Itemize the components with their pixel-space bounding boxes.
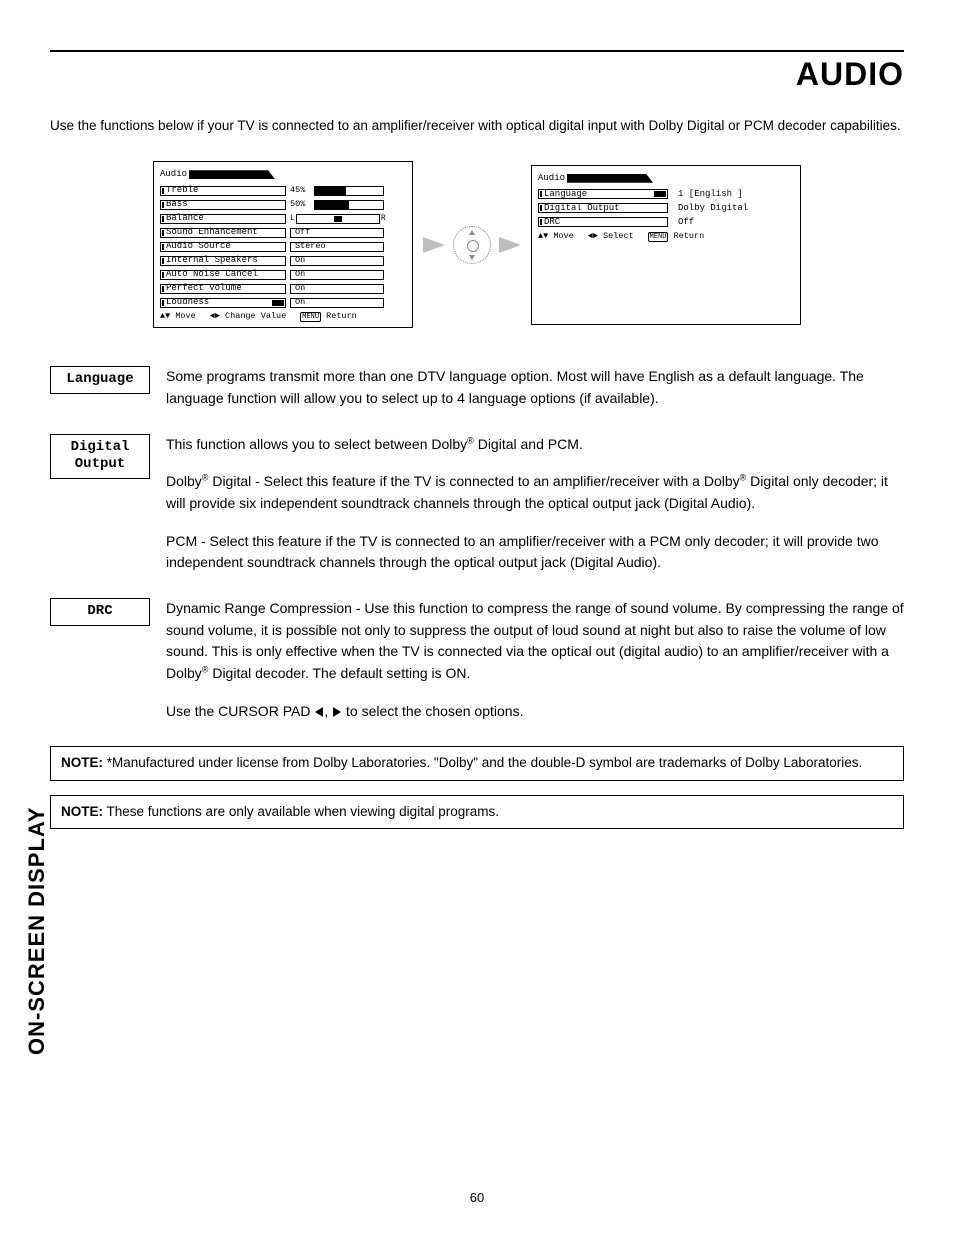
osd-left-tab-icon (189, 170, 275, 179)
osd-left-row: Internal Speakers On (160, 254, 406, 267)
osd-right-row: Digital Output Dolby Digital (538, 202, 794, 215)
osd-left-row: Treble 45% (160, 184, 406, 197)
osd-left-row-value: On (290, 284, 384, 294)
osd-left-row: Balance L R (160, 212, 406, 225)
drc-p1: Dynamic Range Compression - Use this fun… (166, 598, 904, 685)
osd-right-footer-move: ▲▼ Move (538, 232, 574, 241)
osd-audio-sub: Audio Language 1 [English ] Digital Output… (531, 165, 801, 325)
osd-right-footer: ▲▼ Move ◄► Select MENU Return (538, 232, 794, 241)
language-body: Some programs transmit more than one DTV… (166, 366, 904, 409)
osd-left-row: Bass 50% (160, 198, 406, 211)
osd-left-row-value: On (290, 256, 384, 266)
osd-left-row-value: On (290, 298, 384, 308)
drc-label-box: DRC (50, 598, 150, 626)
osd-left-row-label: Bass (160, 200, 286, 210)
osd-left-row-label: Balance (160, 214, 286, 224)
note-digital-only: NOTE: These functions are only available… (50, 795, 904, 829)
section-digital-output: Digital Output This function allows you … (50, 434, 904, 574)
digital-output-p2: Dolby® Digital - Select this feature if … (166, 471, 904, 514)
osd-right-footer-select: ◄► Select (588, 232, 634, 241)
osd-left-row-label: Sound Enhancement (160, 228, 286, 238)
submenu-badge-icon (654, 191, 666, 197)
page-number: 60 (0, 1190, 954, 1205)
note-body: These functions are only available when … (103, 804, 499, 819)
osd-left-row-label: Perfect Volume (160, 284, 286, 294)
submenu-badge-icon (272, 300, 284, 306)
osd-right-header: Audio (538, 172, 794, 185)
osd-left-footer-move: ▲▼ Move (160, 312, 196, 321)
section-language: Language Some programs transmit more tha… (50, 366, 904, 409)
osd-left-row-label: Internal Speakers (160, 256, 286, 266)
osd-left-row: Auto Noise Cancel On (160, 268, 406, 281)
section-drc: DRC Dynamic Range Compression - Use this… (50, 598, 904, 722)
digital-output-p3: PCM - Select this feature if the TV is c… (166, 531, 904, 574)
osd-left-row-value: 45% (290, 186, 314, 195)
osd-left-footer: ▲▼ Move ◄► Change Value MENU Return (160, 312, 406, 321)
osd-right-row-label: Digital Output (538, 203, 668, 213)
osd-left-row-label: Audio Source (160, 242, 286, 252)
osd-left-footer-return: MENU Return (300, 312, 357, 321)
osd-audio-main: Audio Treble 45% Bass 50% Balance L R Sound Enh… (153, 161, 413, 328)
note-dolby-trademark: NOTE: *Manufactured under license from D… (50, 746, 904, 780)
osd-left-row-value: Stereo (290, 242, 384, 252)
digital-output-p1: This function allows you to select betwe… (166, 434, 904, 456)
osd-left-row-value: Off (290, 228, 384, 238)
osd-right-row: DRC Off (538, 216, 794, 229)
side-tab-label: ON-SCREEN DISPLAY (24, 807, 50, 1055)
digital-output-body: This function allows you to select betwe… (166, 434, 904, 574)
osd-left-row: Loudness On (160, 296, 406, 309)
osd-right-title: Audio (538, 174, 565, 183)
osd-left-row-value: 50% (290, 200, 314, 209)
note-body: *Manufactured under license from Dolby L… (103, 755, 862, 770)
drc-body: Dynamic Range Compression - Use this fun… (166, 598, 904, 722)
arrow-right-icon (423, 237, 445, 253)
osd-left-header: Audio (160, 168, 406, 181)
osd-left-title: Audio (160, 170, 187, 179)
balance-right-label: R (381, 215, 386, 223)
language-text: Some programs transmit more than one DTV… (166, 366, 904, 409)
osd-left-row: Perfect Volume On (160, 282, 406, 295)
transition-arrows (423, 226, 521, 264)
cursor-pad-icon (453, 226, 491, 264)
balance-track (296, 214, 380, 224)
osd-left-row: Sound Enhancement Off (160, 226, 406, 239)
osd-right-row-value: Dolby Digital (678, 204, 748, 213)
balance-left-label: L (290, 215, 295, 223)
osd-left-row-label: Treble (160, 186, 286, 196)
osd-left-footer-change: ◄► Change Value (210, 312, 287, 321)
osd-right-row-label: DRC (538, 217, 668, 227)
note-label: NOTE: (61, 755, 103, 770)
osd-right-footer-return: MENU Return (648, 232, 705, 241)
osd-right-row-label: Language (538, 189, 668, 199)
osd-screens-row: Audio Treble 45% Bass 50% Balance L R Sound Enh… (97, 161, 857, 328)
osd-right-tab-icon (567, 174, 653, 183)
cursor-left-icon (315, 707, 323, 717)
digital-output-label-box: Digital Output (50, 434, 150, 479)
header-rule (50, 50, 904, 52)
page-title: AUDIO (50, 56, 904, 93)
slider-track (314, 200, 384, 210)
slider-track (314, 186, 384, 196)
note-label: NOTE: (61, 804, 103, 819)
osd-left-row-label: Loudness (160, 298, 286, 308)
osd-left-row-label: Auto Noise Cancel (160, 270, 286, 280)
language-label-box: Language (50, 366, 150, 394)
arrow-right-icon (499, 237, 521, 253)
page-root: AUDIO Use the functions below if your TV… (0, 0, 954, 1235)
drc-p2: Use the CURSOR PAD , to select the chose… (166, 701, 904, 723)
osd-left-row-value: On (290, 270, 384, 280)
intro-paragraph: Use the functions below if your TV is co… (50, 117, 904, 135)
osd-right-row-value: Off (678, 218, 694, 227)
cursor-right-icon (333, 707, 341, 717)
osd-right-row-value: 1 [English ] (678, 190, 743, 199)
osd-right-row: Language 1 [English ] (538, 188, 794, 201)
osd-left-row: Audio Source Stereo (160, 240, 406, 253)
